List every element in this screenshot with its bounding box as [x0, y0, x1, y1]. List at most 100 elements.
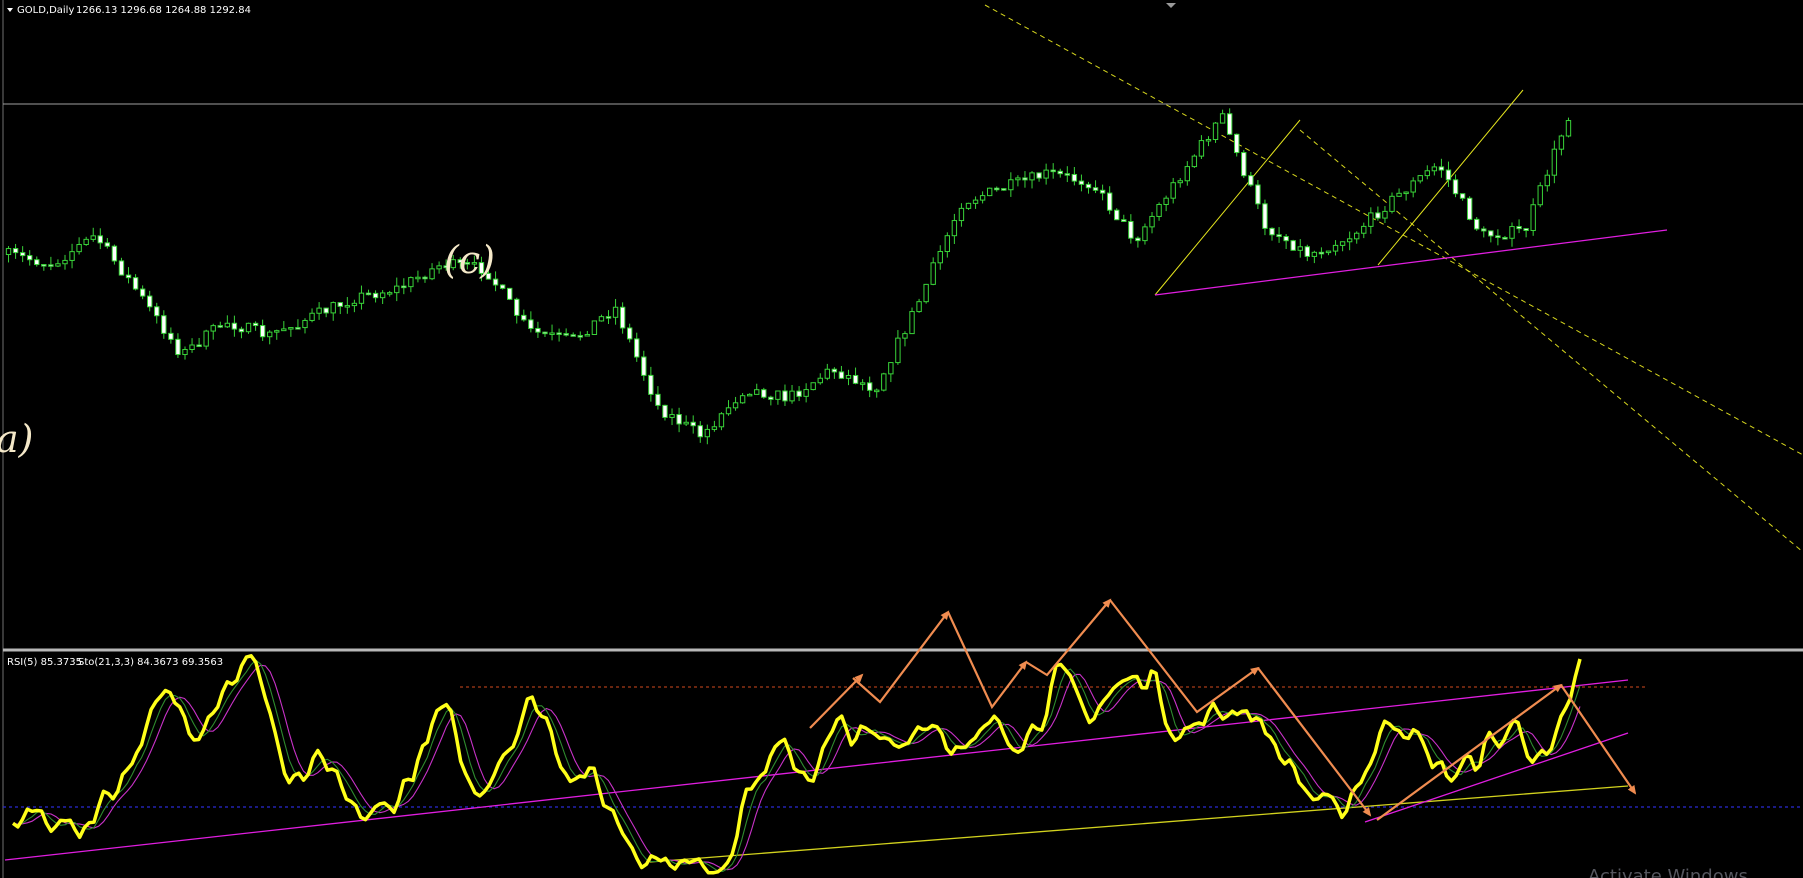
candle-body [838, 371, 845, 379]
candle-body [19, 252, 26, 257]
rsi-trendline-lower[interactable] [649, 785, 1629, 863]
candle-body [344, 305, 351, 308]
chart-canvas[interactable]: GOLD,Daily 1266.13 1296.68 1264.88 1292.… [0, 0, 1803, 878]
candle-body [824, 368, 831, 379]
candle-body [514, 298, 520, 316]
candle-body [669, 414, 675, 418]
candle-body [690, 421, 696, 427]
chart-shift-marker-icon[interactable] [1166, 3, 1176, 8]
candle-body [725, 407, 732, 415]
candle-body [1530, 204, 1536, 232]
candle-body [626, 327, 633, 340]
candle-body [1078, 180, 1085, 185]
candle-body [168, 332, 174, 340]
candle-body [944, 235, 951, 253]
candle-body [1071, 173, 1078, 182]
rsi-header: RSI(5) 85.3735 [7, 657, 82, 668]
wave-label-c: (c) [444, 238, 495, 282]
candle-body [994, 187, 1000, 191]
candle-body [1368, 212, 1374, 227]
candle-body [161, 315, 167, 334]
wave-label-a: a) [0, 417, 33, 461]
candle-body [909, 311, 915, 335]
candle-body [1431, 166, 1438, 172]
candle-body [1234, 133, 1240, 154]
candle-body [41, 264, 47, 267]
ohlc-values: 1266.13 1296.68 1264.88 1292.84 [76, 5, 251, 16]
candle-body [1502, 237, 1508, 240]
candle-body [1481, 228, 1487, 232]
candle-body [281, 328, 287, 332]
candle-body [1022, 177, 1028, 181]
candle-body [1523, 228, 1529, 232]
candle-body [1396, 192, 1402, 197]
candle-body [203, 330, 209, 347]
candle-body [612, 306, 619, 318]
candle-body [1509, 226, 1515, 239]
candle-body [1332, 244, 1339, 252]
candle-body [1036, 172, 1042, 179]
candle-body [605, 316, 612, 319]
symbol-timeframe: GOLD,Daily [17, 5, 74, 16]
candle-body [888, 362, 894, 375]
candle-body [429, 268, 435, 280]
candle-body [521, 314, 527, 321]
candle-body [83, 238, 89, 246]
candle-body [295, 327, 301, 330]
candle-body [739, 395, 746, 404]
candle-body [139, 288, 146, 297]
descending-channel-lower-line[interactable] [1299, 129, 1803, 553]
candle-body [1297, 246, 1303, 251]
candle-body [852, 374, 859, 384]
candle-body [27, 255, 33, 261]
candle-body [803, 389, 809, 397]
candle-body [1537, 185, 1543, 206]
candle-body [1452, 179, 1459, 195]
candle-body [1057, 170, 1063, 175]
candle-body [1008, 179, 1014, 191]
candle-body [224, 322, 231, 328]
candle-body [1389, 195, 1395, 212]
candle-body [1099, 189, 1106, 194]
candle-body [252, 322, 259, 327]
candle-body [1029, 172, 1035, 181]
candle-body [309, 312, 315, 321]
candle-body [859, 382, 866, 385]
candle-body [323, 307, 329, 314]
descending-channel-upper-line[interactable] [984, 4, 1803, 456]
candle-body [1551, 148, 1558, 176]
candle-body [895, 337, 901, 364]
candle-body [754, 389, 760, 395]
candle-body [401, 285, 407, 289]
candle-body [76, 244, 82, 253]
candle-body [711, 426, 718, 430]
candle-body [48, 264, 54, 267]
candle-body [288, 327, 294, 330]
candle-body [1114, 209, 1120, 221]
candle-body [986, 187, 993, 197]
candle-body [259, 325, 266, 338]
candle-body [528, 319, 534, 329]
arrow-up-2 [852, 610, 950, 704]
candle-body [1177, 180, 1183, 184]
candle-body [154, 306, 160, 317]
candle-body [238, 328, 245, 333]
candle-body [147, 295, 153, 308]
candle-body [379, 292, 386, 299]
annotation-arrows[interactable] [809, 598, 1637, 821]
candle-body [337, 302, 343, 307]
candle-body [1184, 166, 1190, 182]
candle-body [302, 319, 308, 329]
candle-body [1403, 191, 1409, 195]
ascending-channel-left-line[interactable] [1154, 119, 1301, 296]
candle-body [697, 425, 703, 438]
candle-body [1354, 232, 1360, 240]
stochastic-main-line [12, 659, 1581, 872]
candle-body [175, 338, 181, 356]
candle-body [866, 382, 873, 391]
collapse-triangle-icon[interactable] [7, 8, 13, 12]
candle-body [1269, 227, 1275, 236]
candle-body [182, 349, 188, 356]
candle-body [965, 202, 972, 209]
candle-body [591, 320, 598, 336]
